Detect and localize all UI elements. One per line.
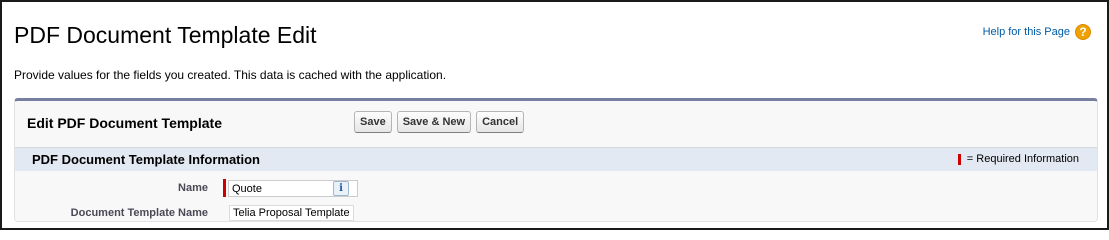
info-icon[interactable]: i xyxy=(333,181,349,196)
required-marker-icon xyxy=(223,179,226,197)
button-group: Save Save & New Cancel xyxy=(354,111,525,133)
required-legend: = Required Information xyxy=(957,153,1079,165)
save-button[interactable]: Save xyxy=(354,111,392,133)
help-link[interactable]: Help for this Page ? xyxy=(983,24,1091,40)
page-frame: PDF Document Template Edit Help for this… xyxy=(0,0,1109,230)
help-link-label[interactable]: Help for this Page xyxy=(983,26,1070,38)
required-legend-label: = Required Information xyxy=(966,153,1079,165)
panel-title: Edit PDF Document Template xyxy=(27,115,222,131)
document-template-name-value[interactable]: Telia Proposal Template xyxy=(229,205,354,221)
page-title: PDF Document Template Edit xyxy=(14,22,317,48)
save-and-new-button[interactable]: Save & New xyxy=(396,111,472,133)
required-marker-icon xyxy=(957,153,961,165)
edit-panel: Edit PDF Document Template Save Save & N… xyxy=(14,98,1098,222)
name-label: Name xyxy=(178,182,208,194)
cancel-button[interactable]: Cancel xyxy=(476,111,525,133)
question-icon[interactable]: ? xyxy=(1075,24,1091,40)
section-title: PDF Document Template Information xyxy=(32,152,260,167)
document-template-name-label: Document Template Name xyxy=(70,207,208,219)
panel-header: Edit PDF Document Template Save Save & N… xyxy=(15,101,1097,144)
name-row: Name i xyxy=(15,179,1097,199)
document-template-name-row: Document Template Name Telia Proposal Te… xyxy=(15,204,1097,224)
intro-text: Provide values for the fields you create… xyxy=(14,68,447,82)
section-header: PDF Document Template Information = Requ… xyxy=(15,147,1097,171)
